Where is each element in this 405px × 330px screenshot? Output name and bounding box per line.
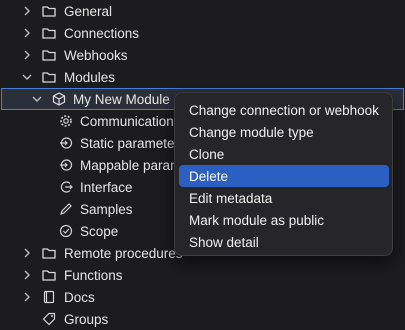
gear-icon (59, 114, 73, 128)
tree-item-label: Communication (80, 113, 174, 129)
folder-icon (42, 4, 56, 18)
menu-item-clone[interactable]: Clone (179, 143, 389, 165)
chevron-right-icon[interactable] (22, 248, 32, 258)
chevron-right-icon[interactable] (22, 270, 32, 280)
tree-item-connections[interactable]: Connections (0, 22, 405, 44)
tree-item-label: General (64, 3, 113, 19)
book-icon (42, 290, 56, 304)
menu-item-delete[interactable]: Delete (179, 165, 389, 187)
tree-item-label: Groups (64, 311, 109, 327)
tree-item-label: Connections (64, 25, 140, 41)
tree-item-label: Webhooks (64, 47, 128, 63)
tree-item-label: Modules (64, 69, 116, 85)
folder-icon (42, 26, 56, 40)
chevron-right-icon[interactable] (22, 6, 32, 16)
tree-item-general[interactable]: General (0, 0, 405, 22)
folder-icon (42, 268, 56, 282)
context-menu: Change connection or webhook Change modu… (174, 92, 393, 256)
tree-item-label: Scope (80, 223, 119, 239)
tree-item-label: Remote procedures (64, 245, 183, 261)
chevron-right-icon[interactable] (22, 50, 32, 60)
cube-icon (52, 92, 66, 106)
tree-item-label: Samples (80, 201, 133, 217)
folder-icon (42, 48, 56, 62)
menu-item-change-module-type[interactable]: Change module type (179, 121, 389, 143)
menu-item-show-detail[interactable]: Show detail (179, 231, 389, 253)
param-icon (59, 158, 73, 172)
param-icon (59, 136, 73, 150)
interface-icon (59, 180, 73, 194)
chevron-right-icon[interactable] (22, 292, 32, 302)
folder-icon (42, 70, 56, 84)
folder-icon (42, 246, 56, 260)
tree-item-docs[interactable]: Docs (0, 286, 405, 308)
check-circle-icon (59, 224, 73, 238)
tag-icon (42, 312, 56, 326)
tree-item-label: Interface (80, 179, 133, 195)
tree-item-label: Docs (64, 289, 95, 305)
tree-item-groups[interactable]: Groups (0, 308, 405, 330)
tree-item-label: Static parameters (80, 135, 186, 151)
tree-item-label: My New Module (73, 91, 170, 107)
chevron-right-icon[interactable] (22, 28, 32, 38)
tree-item-webhooks[interactable]: Webhooks (0, 44, 405, 66)
pen-icon (59, 202, 73, 216)
tree-item-functions[interactable]: Functions (0, 264, 405, 286)
chevron-down-icon[interactable] (32, 94, 42, 104)
tree-item-modules[interactable]: Modules (0, 66, 405, 88)
chevron-down-icon[interactable] (22, 72, 32, 82)
menu-item-edit-metadata[interactable]: Edit metadata (179, 187, 389, 209)
menu-item-change-connection[interactable]: Change connection or webhook (179, 99, 389, 121)
tree-item-label: Functions (64, 267, 123, 283)
menu-item-mark-public[interactable]: Mark module as public (179, 209, 389, 231)
